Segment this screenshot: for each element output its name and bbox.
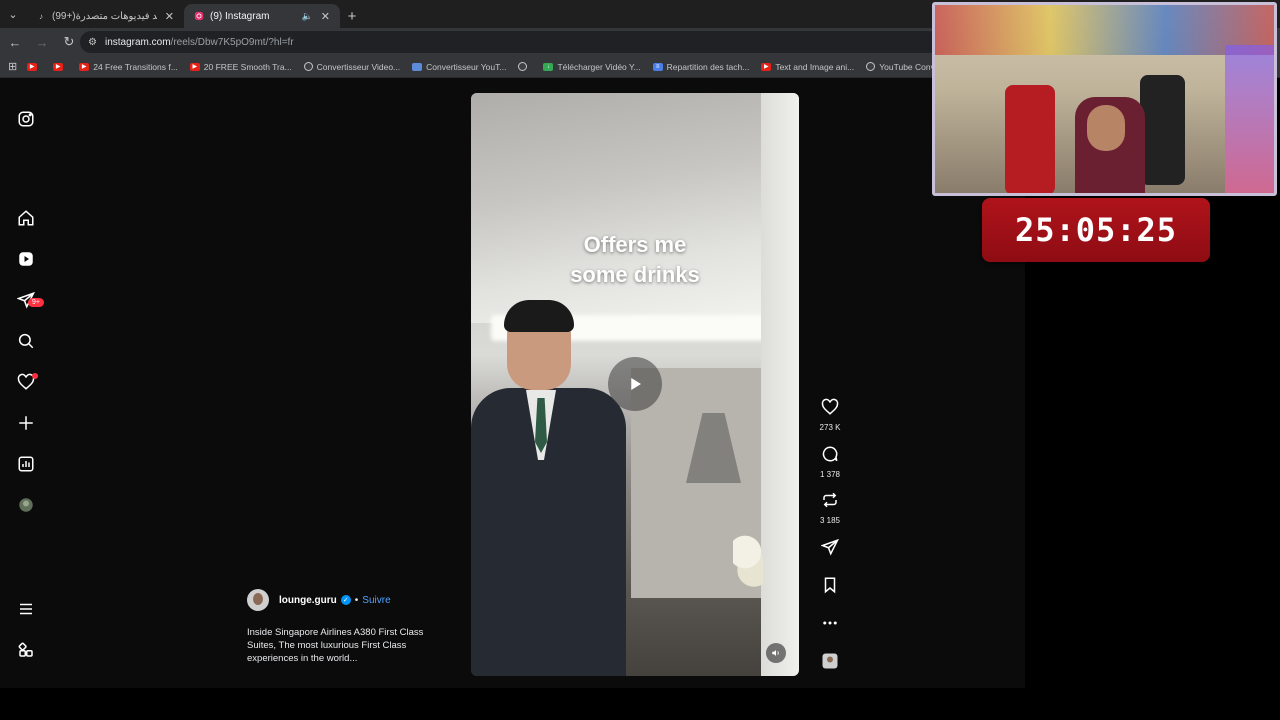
bookmark-item[interactable]: Convertisseur Video... — [303, 62, 400, 72]
search-icon[interactable] — [14, 329, 38, 353]
instagram-sidebar: 9+ — [0, 78, 54, 688]
video-text-overlay: Offers me some drinks — [570, 232, 700, 287]
globe-icon — [866, 62, 876, 71]
comment-icon — [822, 446, 838, 462]
reel-description[interactable]: Inside Singapore Airlines A380 First Cla… — [247, 626, 447, 665]
mute-button[interactable] — [766, 643, 786, 663]
play-button[interactable] — [608, 357, 662, 411]
verified-icon: ✓ — [340, 595, 351, 605]
notification-badge: 9+ — [28, 298, 44, 307]
bookmark-item[interactable]: Convertisseur YouT... — [412, 62, 506, 72]
close-icon[interactable]: ✕ — [165, 10, 174, 23]
audio-thumbnail[interactable] — [810, 652, 850, 675]
back-button[interactable]: ← — [3, 30, 27, 54]
apps-grid-icon[interactable]: ⊞ — [8, 60, 17, 73]
download-icon: ↓ — [543, 62, 554, 71]
youtube-icon: ▶ — [761, 62, 772, 71]
bookmark-item[interactable]: ↓ Télécharger Vidéo Y... — [543, 62, 641, 72]
bookmark-item[interactable]: ▶ — [27, 62, 41, 71]
webcam-scene — [1225, 45, 1274, 193]
save-button[interactable] — [810, 576, 850, 599]
tab-title: (99+)شاهد فيديوهات متصدرة | — [52, 10, 157, 22]
home-icon[interactable] — [14, 206, 38, 230]
create-icon[interactable] — [14, 411, 38, 435]
site-info-icon[interactable]: ⚙ — [88, 37, 97, 48]
share-button[interactable] — [810, 538, 850, 561]
repost-icon — [823, 492, 837, 508]
speaker-icon[interactable]: 🔈 — [302, 11, 313, 22]
youtube-icon: ▶ — [53, 62, 64, 71]
repost-button[interactable]: 3 185 — [810, 491, 850, 525]
bookmark-item[interactable]: ▶ Text and Image ani... — [761, 62, 854, 72]
repost-count: 3 185 — [819, 516, 841, 525]
comment-button[interactable]: 1 378 — [810, 445, 850, 479]
bookmark-item[interactable]: ▶ 24 Free Transitions f... — [79, 62, 178, 72]
forward-button[interactable]: → — [30, 30, 54, 54]
tab-youtube[interactable]: ♪ (99+)شاهد فيديوهات متصدرة | ✕ — [26, 4, 184, 28]
reels-icon[interactable] — [14, 247, 38, 271]
youtube-icon: ▶ — [79, 62, 90, 71]
tiktok-icon: ♪ — [39, 11, 43, 21]
docs-icon: ≡ — [652, 62, 663, 71]
instagram-icon — [194, 11, 204, 21]
webcam-scene — [1140, 75, 1185, 185]
dashboard-icon[interactable] — [14, 452, 38, 476]
speaker-icon — [772, 650, 779, 656]
activity-dot — [32, 373, 38, 379]
tab-search-button[interactable]: ⌄ — [0, 0, 26, 28]
reel-author: lounge.guru ✓ • Suivre — [247, 589, 391, 611]
globe-icon — [518, 62, 528, 71]
url-path: /reels/Dbw7K5pO9mt/?hl=fr — [170, 36, 294, 48]
video-scene — [761, 93, 799, 676]
close-icon[interactable]: ✕ — [321, 10, 330, 23]
share-icon — [820, 538, 839, 556]
separator-dot: • — [354, 594, 359, 606]
new-tab-button[interactable]: + — [340, 4, 364, 28]
bookmark-item[interactable]: ▶ 20 FREE Smooth Tra... — [189, 62, 292, 72]
video-scene — [733, 528, 763, 588]
follow-button[interactable]: Suivre — [362, 595, 390, 606]
play-icon — [631, 378, 641, 390]
avatar[interactable] — [247, 589, 269, 611]
webcam-scene — [1005, 85, 1055, 193]
bookmark-item[interactable] — [518, 62, 531, 71]
menu-icon[interactable] — [14, 597, 38, 621]
like-count: 273 K — [819, 423, 841, 432]
profile-avatar[interactable] — [14, 493, 38, 517]
also-from-meta-icon[interactable] — [14, 638, 38, 662]
webcam-overlay — [932, 2, 1277, 196]
url-host: instagram.com — [104, 36, 171, 48]
heart-icon — [821, 398, 839, 415]
bookmark-icon — [824, 577, 836, 594]
reel-video[interactable]: Offers me some drinks — [471, 93, 799, 676]
bookmark-item[interactable]: ▶ — [53, 62, 67, 71]
author-username[interactable]: lounge.guru — [279, 595, 337, 606]
more-icon — [823, 621, 837, 625]
instagram-logo-icon[interactable] — [14, 107, 38, 131]
google-icon — [303, 62, 313, 71]
bookmark-item[interactable]: ≡ Repartition des tach... — [652, 62, 749, 72]
tab-title: (9) Instagram — [210, 10, 270, 22]
stream-timer: 25:05:25 — [982, 198, 1210, 262]
audio-avatar-icon — [822, 653, 838, 669]
converter-icon — [412, 62, 423, 71]
more-options-button[interactable] — [810, 614, 850, 637]
address-bar[interactable]: ⚙ instagram.com/reels/Dbw7K5pO9mt/?hl=fr — [80, 31, 940, 53]
comment-count: 1 378 — [819, 470, 841, 479]
youtube-icon: ▶ — [27, 62, 38, 71]
webcam-person — [1087, 105, 1125, 151]
reload-button[interactable]: ↻ — [57, 30, 81, 54]
video-person — [504, 300, 574, 332]
tab-instagram[interactable]: (9) Instagram 🔈 ✕ — [184, 4, 340, 28]
page-margin — [0, 688, 1280, 720]
like-button[interactable]: 273 K — [810, 398, 850, 432]
youtube-icon: ▶ — [189, 62, 200, 71]
instagram-reels-page: 9+ Offers me some drinks 273 K 1 378 3 1… — [0, 78, 1025, 688]
